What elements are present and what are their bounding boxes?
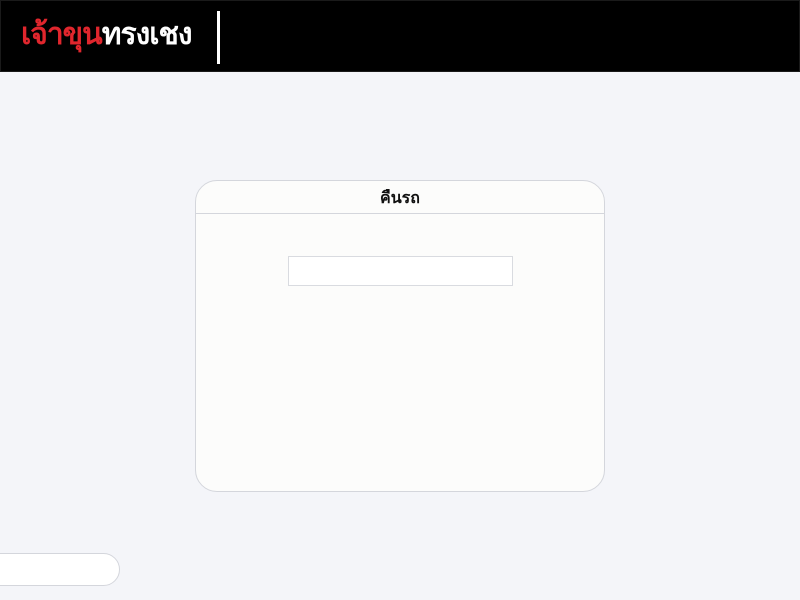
logo-text-red: เจ้าขุน bbox=[21, 17, 103, 52]
panel-title: คืนรถ bbox=[380, 187, 420, 207]
panel-header: คืนรถ bbox=[196, 181, 604, 214]
bottom-left-pill-button[interactable] bbox=[0, 553, 120, 586]
logo-text-white: ทรงเชง bbox=[101, 17, 193, 52]
top-header: เจ้าขุน ทรงเชง bbox=[0, 0, 800, 72]
brand-logo[interactable]: เจ้าขุน ทรงเชง bbox=[21, 15, 193, 55]
return-car-panel: คืนรถ bbox=[195, 180, 605, 492]
return-car-input[interactable] bbox=[288, 256, 513, 286]
header-divider bbox=[217, 11, 220, 64]
